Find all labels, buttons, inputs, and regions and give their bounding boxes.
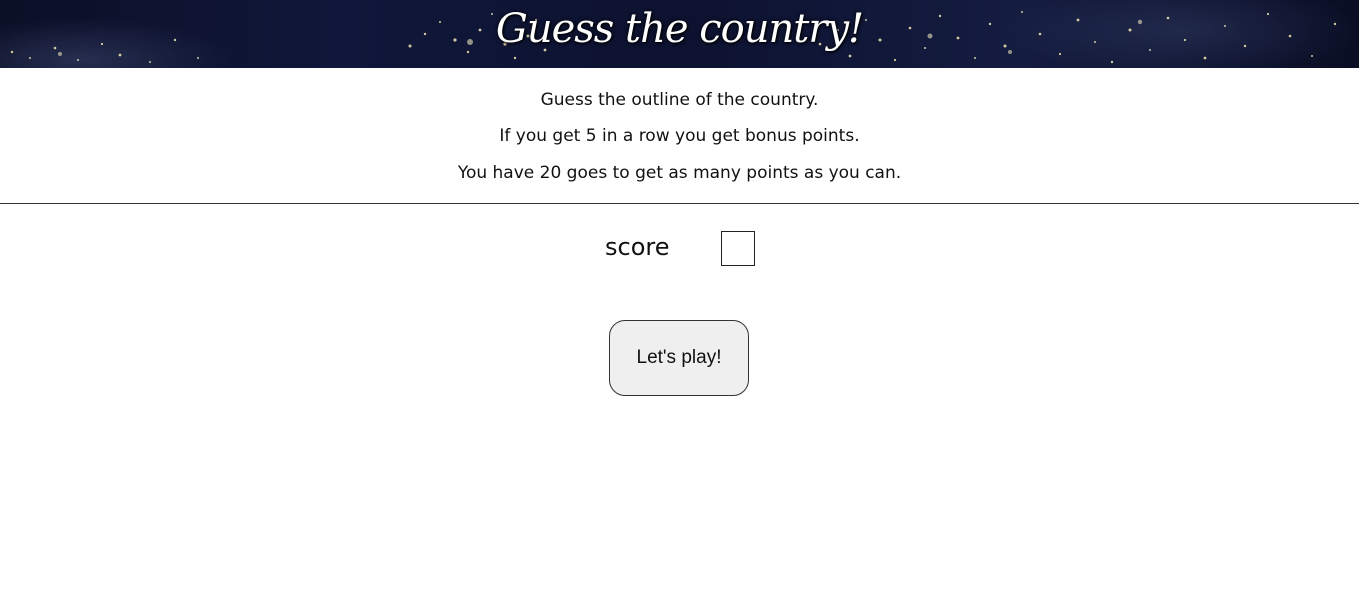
page-title: Guess the country! — [495, 6, 864, 52]
score-value-box — [721, 231, 755, 266]
instruction-line-bonus: If you get 5 in a row you get bonus poin… — [499, 126, 860, 146]
header-banner: Guess the country! — [0, 0, 1359, 68]
instructions-panel: Guess the outline of the country. If you… — [0, 68, 1359, 204]
instruction-line-goes: You have 20 goes to get as many points a… — [457, 163, 902, 183]
score-row: score — [0, 231, 1359, 267]
lets-play-button[interactable]: Let's play! — [609, 320, 749, 396]
instruction-line-outline: Guess the outline of the country. — [540, 90, 819, 110]
score-label: score — [605, 233, 670, 261]
